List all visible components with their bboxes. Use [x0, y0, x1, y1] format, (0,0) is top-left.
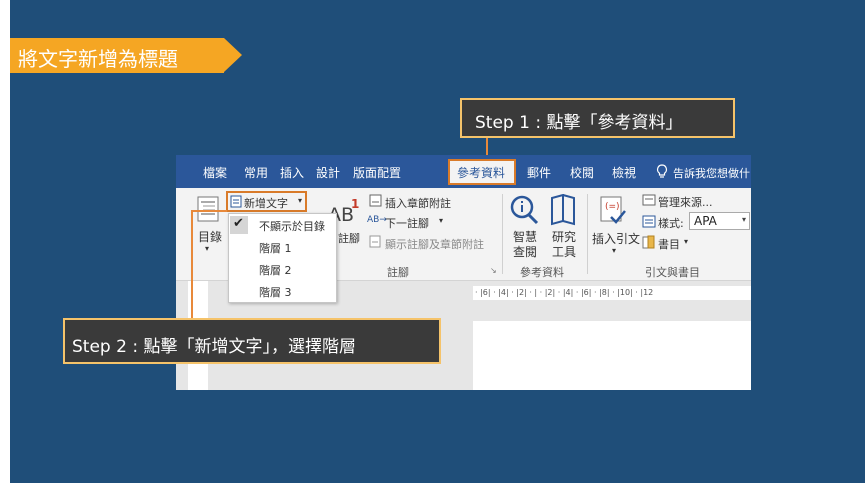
insert-endnote-button[interactable]: 插入章節附註: [385, 195, 451, 211]
next-footnote-button[interactable]: 下一註腳: [385, 215, 429, 231]
document-page[interactable]: [473, 321, 751, 390]
tab-home[interactable]: 常用: [244, 164, 268, 181]
insert-citation-chevron-down-icon: ▾: [612, 246, 617, 255]
slide: 將文字新增為標題 Step 1 : 點擊「參考資料」 檔案 常用 插入 設計 版…: [10, 0, 865, 483]
tab-layout[interactable]: 版面配置: [353, 164, 401, 181]
step2-callout: Step 2 : 點擊「新增文字」，選擇階層: [63, 318, 441, 364]
insert-citation-button[interactable]: 插入引文: [592, 230, 640, 247]
step1-callout: Step 1 : 點擊「參考資料」: [460, 98, 735, 138]
show-notes-icon: [369, 235, 381, 248]
menu-item-do-not-show[interactable]: 不顯示於目錄: [259, 218, 325, 234]
insert-endnote-icon: [369, 194, 382, 207]
title-arrow-icon: [224, 38, 242, 72]
group-divider: [587, 194, 588, 274]
check-icon: ✔: [233, 216, 244, 231]
tab-mailings[interactable]: 郵件: [527, 164, 551, 181]
lightbulb-icon: [656, 164, 668, 178]
toc-icon: [197, 196, 219, 222]
next-footnote-icon: AB→: [367, 215, 387, 225]
step2-connector-top: [191, 210, 227, 212]
citations-group-label: 引文與書目: [645, 266, 700, 279]
svg-text:(=): (=): [605, 202, 620, 212]
smart-lookup-icon: [510, 195, 539, 225]
add-text-highlight: [226, 191, 307, 212]
toc-chevron-down-icon: ▾: [205, 244, 210, 253]
researcher-label-2: 工具: [552, 245, 577, 259]
horizontal-ruler[interactable]: · |6| · |4| · |2| · | · |2| · |4| · |6| …: [473, 286, 751, 300]
toc-button[interactable]: 目錄: [198, 228, 222, 245]
style-label: 樣式:: [658, 217, 684, 230]
smart-lookup-label-2: 查閱: [513, 245, 538, 259]
footnote-superscript: 1: [351, 197, 360, 211]
add-text-dropdown-menu: ✔ 不顯示於目錄 階層 1 階層 2 階層 3: [228, 213, 337, 303]
researcher-icon: [551, 194, 575, 226]
tab-references[interactable]: 參考資料: [457, 164, 505, 181]
tab-insert[interactable]: 插入: [280, 164, 304, 181]
show-notes-button[interactable]: 顯示註腳及章節附註: [385, 236, 484, 252]
tab-view[interactable]: 檢視: [612, 164, 636, 181]
manage-sources-icon: [642, 194, 656, 206]
ruler-ticks: · |6| · |4| · |2| · | · |2| · |4| · |6| …: [475, 288, 654, 297]
bibliography-icon: [642, 235, 655, 249]
tab-file[interactable]: 檔案: [203, 164, 227, 181]
tab-review[interactable]: 校閱: [570, 164, 594, 181]
step2-connector: [191, 210, 193, 318]
style-icon: [642, 215, 656, 228]
bibliography-button[interactable]: 書目: [658, 236, 680, 252]
style-value: APA: [694, 214, 717, 228]
insert-footnote-button[interactable]: 註腳: [338, 230, 360, 246]
tell-me-box[interactable]: 告訴我您想做什: [673, 165, 750, 181]
insert-citation-icon: (=): [600, 196, 626, 224]
group-divider: [502, 194, 503, 274]
menu-item-level-2[interactable]: 階層 2: [259, 262, 292, 278]
next-footnote-chevron-down-icon: ▾: [439, 216, 444, 225]
footnotes-dialog-launcher-icon[interactable]: ↘: [490, 266, 497, 275]
style-select[interactable]: APA ▾: [689, 212, 750, 230]
footnotes-group-label: 註腳: [387, 266, 409, 279]
bibliography-chevron-down-icon: ▾: [684, 237, 689, 246]
style-chevron-down-icon: ▾: [741, 215, 746, 224]
manage-sources-button[interactable]: 管理來源...: [658, 194, 713, 210]
slide-title: 將文字新增為標題: [18, 47, 178, 71]
slide-title-banner: 將文字新增為標題: [10, 38, 224, 73]
tab-design[interactable]: 設計: [316, 164, 340, 181]
ribbon-tab-bar: 檔案 常用 插入 設計 版面配置 參考資料 郵件 校閱 檢視 告訴我您想做什: [176, 155, 751, 188]
research-group-label: 參考資料: [520, 266, 564, 279]
menu-item-level-1[interactable]: 階層 1: [259, 240, 292, 256]
menu-item-level-3[interactable]: 階層 3: [259, 284, 292, 300]
